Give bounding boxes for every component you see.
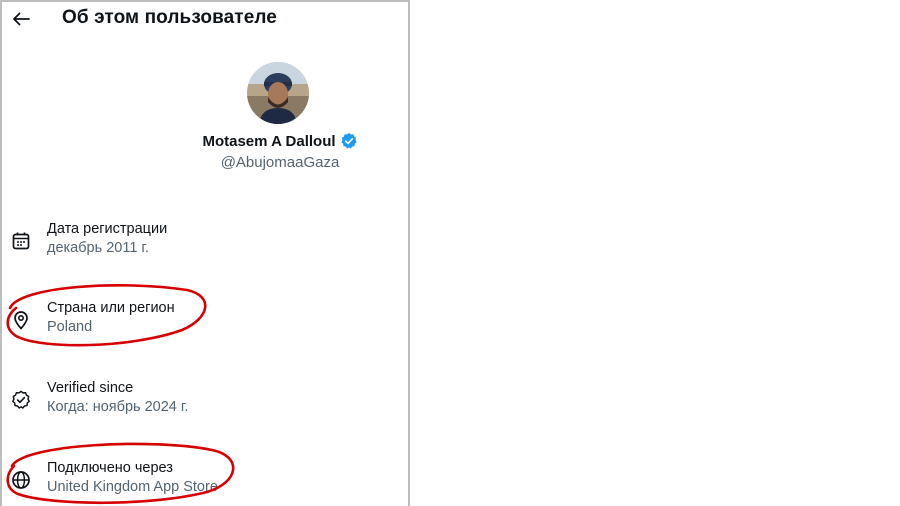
calendar-icon [10,230,32,252]
info-label: Дата регистрации [47,221,168,237]
info-label: Подключено через [47,460,173,476]
info-item-country: Страна или регион Poland [2,300,408,344]
display-name: Motasem A Dalloul [202,132,336,150]
info-value: декабрь 2011 г. [47,240,149,256]
info-item-verified-since: Verified since Когда: ноябрь 2024 г. [2,380,408,424]
info-label: Страна или регион [47,300,175,316]
verified-check-icon [10,389,32,411]
back-button[interactable] [8,6,34,32]
info-value: United Kingdom App Store [47,479,218,495]
info-value: Poland [47,319,93,335]
info-item-connected-via: Подключено через United Kingdom App Stor… [2,460,408,504]
avatar[interactable] [247,62,309,124]
arrow-left-icon [13,12,30,26]
verified-badge-icon [340,132,357,149]
info-value: Когда: ноябрь 2024 г. [47,399,189,415]
globe-icon [10,469,32,491]
location-pin-icon [10,309,32,331]
page-title: Об этом пользователе [62,7,277,28]
header: Об этом пользователе [2,2,408,38]
info-label: Verified since [47,380,134,396]
user-handle: @AbujomaaGaza [220,154,340,171]
info-item-registration-date: Дата регистрации декабрь 2011 г. [2,221,408,265]
about-account-panel: Об этом пользователе Motasem A Dalloul @… [0,0,410,506]
display-name-row: Motasem A Dalloul [2,132,408,150]
